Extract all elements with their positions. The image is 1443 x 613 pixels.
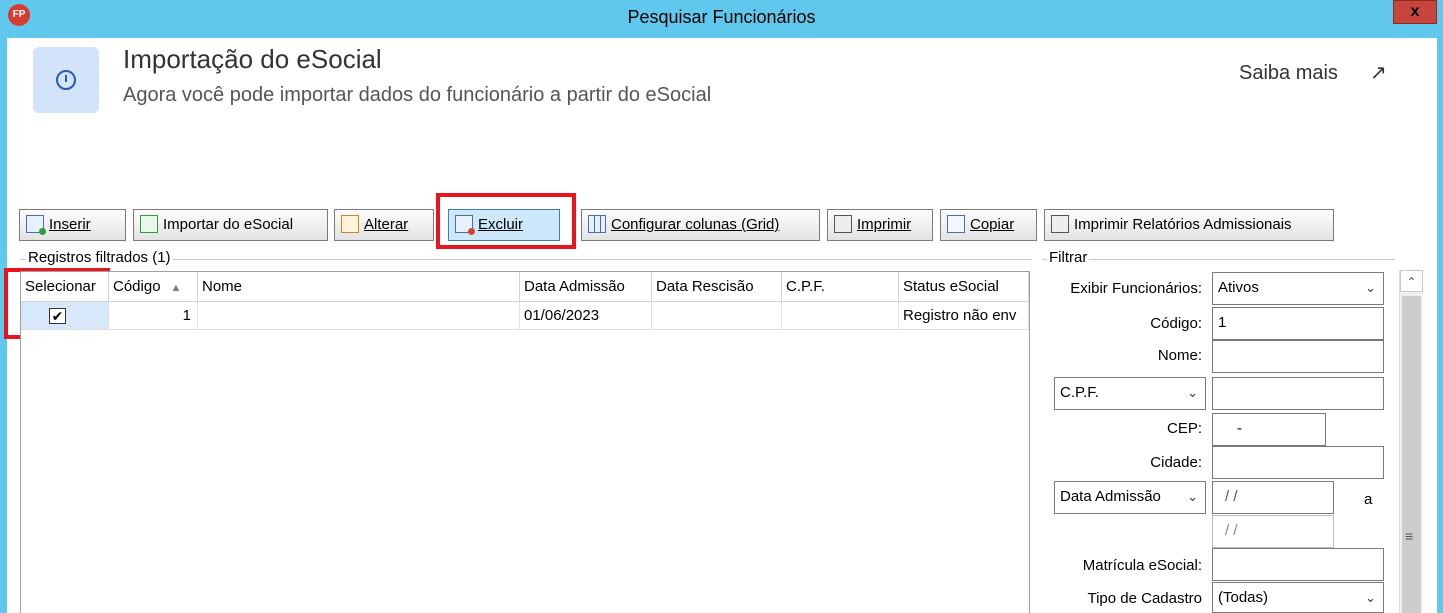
date-from-input[interactable]: / /: [1212, 481, 1334, 514]
chevron-down-icon: ⌄: [1187, 385, 1198, 400]
select-checkbox[interactable]: ✔: [49, 308, 66, 324]
excluir-highlight: [436, 193, 576, 249]
table-cell-cpf[interactable]: [782, 302, 899, 330]
configurar-colunas-button[interactable]: Configurar colunas (Grid): [581, 209, 820, 241]
tipo-cadastro-value: (Todas): [1218, 589, 1269, 606]
chevron-down-icon: ⌄: [1365, 280, 1376, 295]
codigo-label: Código:: [1150, 315, 1202, 332]
table-cell-status-esocial[interactable]: Registro não env: [899, 302, 1029, 330]
sort-ascending-icon: ▲: [170, 282, 182, 294]
importar-esocial-button[interactable]: Importar do eSocial: [133, 209, 328, 241]
table-cell-data-admissao[interactable]: 01/06/2023: [520, 302, 652, 330]
col-header-nome[interactable]: Nome: [198, 272, 520, 302]
alterar-label: Alterar: [364, 216, 409, 233]
filtrar-group-border: [1042, 259, 1395, 260]
grip-icon: ≡: [1405, 528, 1414, 544]
banner-title: Importação do eSocial: [123, 44, 382, 74]
tipo-cadastro-select[interactable]: (Todas) ⌄: [1212, 582, 1384, 613]
date-to-input: / /: [1212, 515, 1334, 548]
alterar-button[interactable]: Alterar: [334, 209, 434, 241]
grid-columns-icon: [588, 215, 606, 233]
exibir-funcionarios-select[interactable]: Ativos ⌄: [1212, 272, 1384, 305]
nome-label: Nome:: [1157, 347, 1202, 364]
tipo-cadastro-label: Tipo de Cadastro: [1087, 590, 1202, 607]
banner-subtitle: Agora você pode importar dados do funcio…: [123, 84, 712, 106]
window-title: Pesquisar Funcionários: [627, 7, 816, 27]
filtrar-group-label: Filtrar: [1047, 249, 1090, 266]
col-header-cpf[interactable]: C.P.F.: [782, 272, 899, 302]
registros-group-label: Registros filtrados (1): [26, 249, 173, 266]
date-type-select[interactable]: Data Admissão ⌄: [1054, 481, 1206, 514]
exibir-funcionarios-label: Exibir Funcionários:: [1070, 280, 1202, 297]
scroll-up-icon[interactable]: ⌃: [1400, 270, 1423, 292]
col-header-data-rescisao[interactable]: Data Rescisão: [652, 272, 782, 302]
date-type-value: Data Admissão: [1060, 488, 1161, 505]
matricula-esocial-input[interactable]: [1212, 548, 1384, 581]
printer-icon: [1051, 215, 1069, 233]
cep-label: CEP:: [1166, 420, 1202, 437]
table-cell-codigo[interactable]: 1: [109, 302, 198, 330]
nome-input[interactable]: [1212, 340, 1384, 373]
import-icon: [140, 215, 158, 233]
cep-input[interactable]: -: [1212, 413, 1326, 446]
col-header-status-esocial[interactable]: Status eSocial: [899, 272, 1029, 302]
title-bar: FP Pesquisar Funcionários x: [0, 0, 1443, 38]
document-type-value: C.P.F.: [1060, 384, 1099, 401]
document-type-select[interactable]: C.P.F. ⌄: [1054, 377, 1206, 410]
scrollbar-thumb[interactable]: [1402, 296, 1421, 613]
grid-header: Selecionar Código ▲ Nome Data Admissão Da…: [21, 272, 1029, 302]
cidade-input[interactable]: [1212, 446, 1384, 479]
table-cell-data-rescisao[interactable]: [652, 302, 782, 330]
inserir-label: Inserir: [49, 216, 91, 233]
col-header-codigo[interactable]: Código ▲: [109, 272, 198, 302]
imprimir-relatorios-button[interactable]: Imprimir Relatórios Admissionais: [1044, 209, 1334, 241]
info-icon-mark: [65, 75, 67, 82]
imprimir-label: Imprimir: [857, 216, 912, 233]
table-cell-nome[interactable]: [198, 302, 520, 330]
chevron-down-icon: ⌄: [1365, 590, 1376, 605]
filter-scrollbar[interactable]: ⌃ ≡: [1399, 270, 1423, 613]
printer-icon: [834, 215, 852, 233]
edit-icon: [341, 215, 359, 233]
configurar-label: Configurar colunas (Grid): [611, 216, 780, 233]
chevron-down-icon: ⌄: [1187, 489, 1198, 504]
codigo-input[interactable]: 1: [1212, 307, 1384, 340]
saiba-mais-link[interactable]: Saiba mais: [1239, 62, 1338, 85]
cidade-label: Cidade:: [1150, 454, 1202, 471]
date-range-separator: a: [1364, 491, 1373, 508]
imprimir-button[interactable]: Imprimir: [827, 209, 933, 241]
copy-icon: [947, 215, 965, 233]
close-button[interactable]: x: [1393, 0, 1437, 24]
inserir-button[interactable]: Inserir: [19, 209, 126, 241]
importar-label: Importar do eSocial: [163, 216, 294, 233]
info-icon: [33, 47, 99, 113]
copiar-button[interactable]: Copiar: [940, 209, 1037, 241]
matricula-esocial-label: Matrícula eSocial:: [1082, 557, 1202, 574]
col-header-data-admissao[interactable]: Data Admissão: [520, 272, 652, 302]
exibir-funcionarios-value: Ativos: [1218, 279, 1259, 296]
col-header-codigo-label: Código: [113, 278, 161, 295]
document-input[interactable]: [1212, 377, 1384, 410]
table-row-select-cell[interactable]: ✔: [21, 302, 109, 330]
insert-document-icon: [26, 215, 46, 235]
relatorios-label: Imprimir Relatórios Admissionais: [1074, 216, 1292, 233]
copiar-label: Copiar: [970, 216, 1015, 233]
external-link-icon[interactable]: ↗: [1370, 60, 1387, 85]
col-header-selecionar[interactable]: Selecionar: [21, 272, 109, 302]
results-grid[interactable]: Selecionar Código ▲ Nome Data Admissão Da…: [20, 271, 1030, 613]
